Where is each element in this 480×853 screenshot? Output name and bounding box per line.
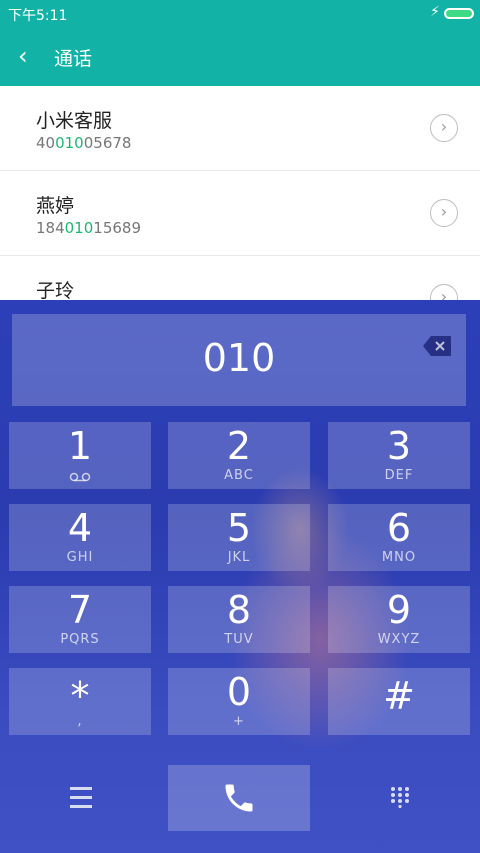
key-4[interactable]: 4 GHI <box>9 504 151 571</box>
number-prefix: 40 <box>36 134 56 152</box>
contact-name: 燕婷 <box>36 195 75 217</box>
number-prefix: 184 <box>36 219 65 237</box>
key-2[interactable]: 2 ABC <box>168 422 310 489</box>
key-digit: 8 <box>226 588 252 632</box>
phone-icon <box>225 784 253 812</box>
key-letters: , <box>77 714 83 729</box>
chevron-right-icon[interactable]: › <box>430 114 458 142</box>
key-letters: ABC <box>224 468 254 483</box>
status-time: 下午5:11 <box>8 8 68 24</box>
number-match: 010 <box>64 219 94 237</box>
key-hash[interactable]: # <box>328 668 470 735</box>
key-7[interactable]: 7 PQRS <box>9 586 151 653</box>
key-1[interactable]: 1 <box>9 422 151 489</box>
contact-number: 4001005678 <box>36 134 131 152</box>
key-digit: 7 <box>67 588 93 632</box>
number-match: 010 <box>55 134 84 152</box>
key-5[interactable]: 5 JKL <box>168 504 310 571</box>
number-suffix: 15689 <box>93 219 141 237</box>
dial-input: 010 <box>202 336 276 380</box>
key-digit: 3 <box>386 424 412 468</box>
key-9[interactable]: 9 WXYZ <box>328 586 470 653</box>
key-letters: GHI <box>66 550 94 565</box>
number-suffix: 05678 <box>83 134 132 152</box>
dialer-panel: 010 1 2 ABC 3 DEF 4 GHI 5 JKL 6 MNO 7 PQ… <box>0 300 480 853</box>
contact-number: 18401015689 <box>36 219 141 237</box>
chevron-right-icon[interactable]: › <box>430 199 458 227</box>
key-digit: * <box>70 674 90 718</box>
key-letters: + <box>233 714 245 729</box>
key-digit: 2 <box>226 424 252 468</box>
key-digit: 4 <box>67 506 93 550</box>
key-letters: PQRS <box>60 632 100 647</box>
dialpad-icon[interactable] <box>389 786 411 808</box>
app-header: ‹ 通话 <box>0 28 480 86</box>
page-title: 通话 <box>54 48 93 70</box>
key-8[interactable]: 8 TUV <box>168 586 310 653</box>
key-6[interactable]: 6 MNO <box>328 504 470 571</box>
charging-icon: ⚡ <box>430 4 440 20</box>
key-digit: # <box>383 674 415 718</box>
battery-icon <box>444 8 474 19</box>
backspace-icon[interactable] <box>422 335 452 357</box>
list-item[interactable]: 小米客服 4001005678 › <box>0 86 480 171</box>
key-digit: 1 <box>67 424 93 468</box>
contact-name: 子玲 <box>36 280 75 302</box>
key-letters: DEF <box>384 468 414 483</box>
key-0[interactable]: 0 + <box>168 668 310 735</box>
key-letters: TUV <box>224 632 254 647</box>
key-letters: MNO <box>381 550 417 565</box>
status-bar: 下午5:11 ⚡ <box>0 0 480 28</box>
menu-icon[interactable] <box>70 787 92 814</box>
call-button[interactable] <box>168 765 310 831</box>
list-item[interactable]: 燕婷 18401015689 › <box>0 171 480 256</box>
voicemail-icon <box>69 472 91 482</box>
key-letters: WXYZ <box>377 632 421 647</box>
key-digit: 9 <box>386 588 412 632</box>
key-digit: 6 <box>386 506 412 550</box>
key-digit: 5 <box>226 506 252 550</box>
key-digit: 0 <box>226 670 252 714</box>
dial-display: 010 <box>12 314 466 406</box>
key-letters: JKL <box>227 550 251 565</box>
key-star[interactable]: * , <box>9 668 151 735</box>
contact-name: 小米客服 <box>36 110 113 132</box>
back-arrow-icon[interactable]: ‹ <box>18 42 28 70</box>
key-3[interactable]: 3 DEF <box>328 422 470 489</box>
